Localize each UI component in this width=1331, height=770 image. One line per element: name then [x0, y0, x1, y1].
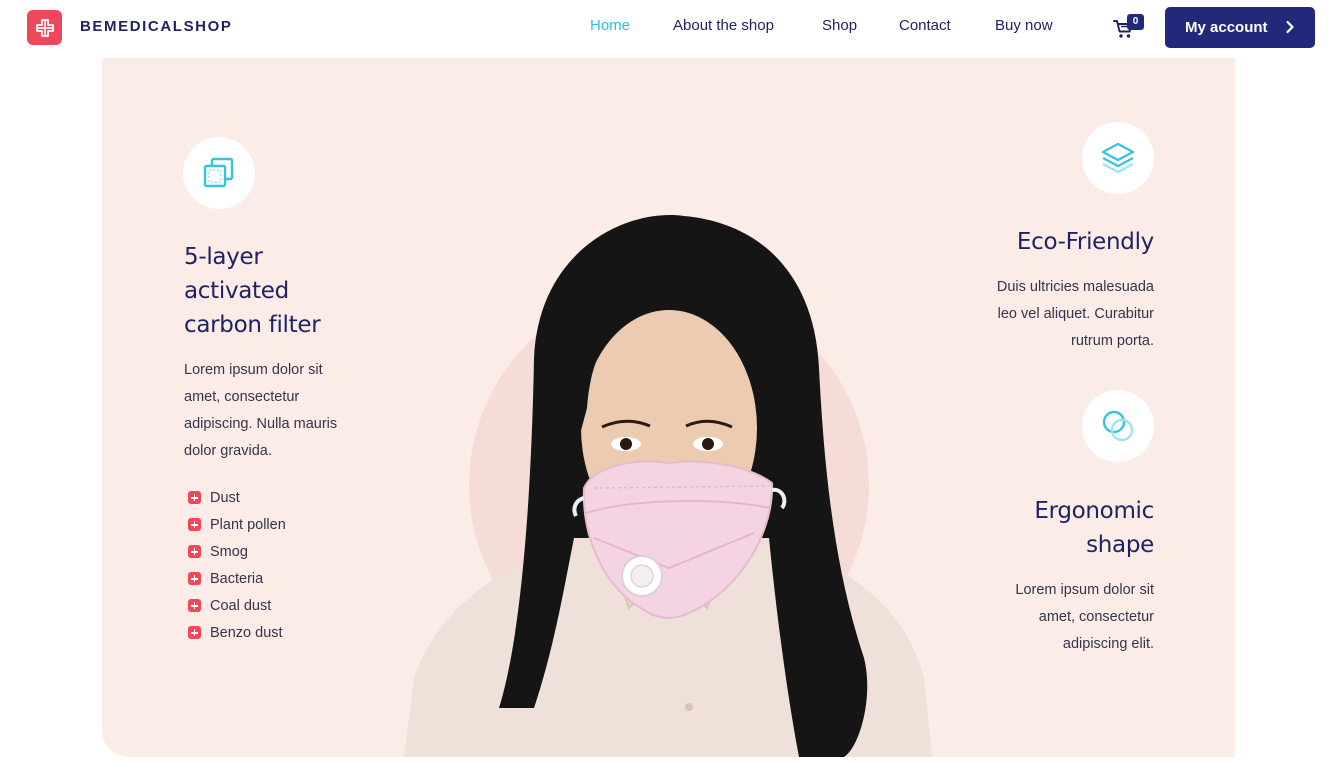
brand-name[interactable]: BEMEDICALSHOP	[80, 18, 232, 35]
medical-cross-logo-icon[interactable]	[27, 10, 62, 45]
feature-title-line: Ergonomic	[1034, 498, 1154, 524]
list-item: Bacteria	[188, 565, 286, 592]
feature-desc-eco: Duis ultricies malesuada leo vel aliquet…	[892, 274, 1154, 355]
feature-title-ergonomic: Ergonomic shape	[892, 494, 1154, 562]
site-header: BEMEDICALSHOP Home About the shop Shop C…	[0, 0, 1331, 58]
feature-desc-line: Lorem ipsum dolor sit	[184, 362, 323, 378]
feature-desc-line: leo vel aliquet. Curabitur	[997, 306, 1154, 322]
plus-square-icon	[188, 491, 201, 504]
feature-desc-line: Lorem ipsum dolor sit	[1015, 582, 1154, 598]
layers-square-icon	[183, 137, 255, 209]
cart-count-badge: 0	[1127, 14, 1144, 30]
feature-desc-line: Duis ultricies malesuada	[996, 279, 1154, 295]
feature-desc-line: amet, consectetur	[184, 389, 300, 405]
nav-item-home[interactable]: Home	[590, 17, 630, 34]
list-item-label: Benzo dust	[210, 624, 283, 641]
list-item: Coal dust	[188, 592, 286, 619]
nav-item-about[interactable]: About the shop	[673, 17, 774, 34]
feature-desc-line: rutrum porta.	[1071, 333, 1154, 349]
list-item: Smog	[188, 538, 286, 565]
hero-section: 5-layer activated carbon filter Lorem ip…	[102, 58, 1235, 757]
list-item-label: Smog	[210, 543, 248, 560]
my-account-label: My account	[1185, 19, 1268, 36]
list-item: Plant pollen	[188, 511, 286, 538]
feature-title-line: carbon filter	[184, 312, 321, 338]
feature-title-eco: Eco-Friendly	[892, 225, 1154, 259]
feature-title-line: activated	[184, 278, 289, 304]
nav-item-contact[interactable]: Contact	[899, 17, 951, 34]
nav-item-buy-now[interactable]: Buy now	[995, 17, 1053, 34]
feature-desc-line: adipiscing elit.	[1062, 636, 1154, 652]
list-item-label: Coal dust	[210, 597, 272, 614]
list-item-label: Dust	[210, 489, 240, 506]
filter-particles-list: Dust Plant pollen Smog Bacteria Coal dus…	[188, 484, 286, 646]
stack-layers-icon	[1082, 122, 1154, 194]
plus-square-icon	[188, 572, 201, 585]
nav-item-shop[interactable]: Shop	[822, 17, 857, 34]
plus-square-icon	[188, 599, 201, 612]
feature-desc-line: adipiscing. Nulla mauris	[184, 416, 338, 432]
feature-desc-ergonomic: Lorem ipsum dolor sit amet, consectetur …	[892, 577, 1154, 658]
feature-title-line: shape	[1086, 532, 1154, 558]
feature-title-line: 5-layer	[184, 244, 263, 270]
chevron-right-icon	[1286, 20, 1294, 34]
feature-title-line: Eco-Friendly	[1016, 229, 1154, 255]
list-item-label: Bacteria	[210, 570, 264, 587]
woman-wearing-face-mask-image	[404, 215, 932, 757]
cart-button[interactable]: 0	[1112, 14, 1148, 41]
feature-desc-line: amet, consectetur	[1038, 609, 1154, 625]
overlapping-circles-icon	[1082, 390, 1154, 462]
list-item: Dust	[188, 484, 286, 511]
my-account-button[interactable]: My account	[1165, 7, 1315, 48]
feature-desc-line: dolor gravida.	[184, 443, 272, 459]
plus-square-icon	[188, 545, 201, 558]
feature-desc-filter: Lorem ipsum dolor sit amet, consectetur …	[184, 357, 404, 465]
list-item-label: Plant pollen	[210, 516, 286, 533]
plus-square-icon	[188, 518, 201, 531]
plus-square-icon	[188, 626, 201, 639]
list-item: Benzo dust	[188, 619, 286, 646]
feature-title-filter: 5-layer activated carbon filter	[184, 240, 404, 342]
